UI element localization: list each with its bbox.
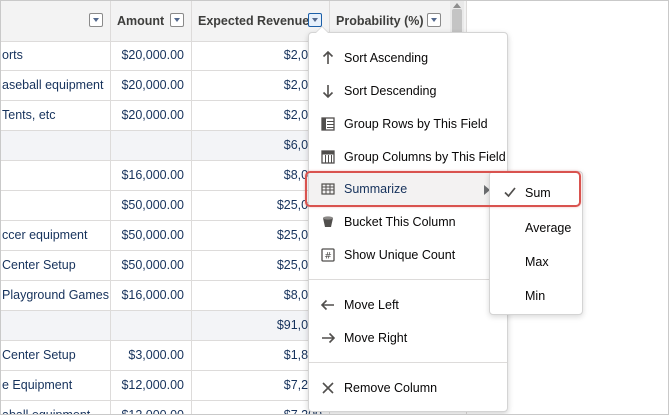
menu-divider [309, 279, 507, 280]
group-columns-icon [321, 150, 335, 164]
report-grid: Amount Expected Revenue Probability (%) … [0, 0, 669, 415]
cell-amount: $12,000.00 [111, 401, 192, 414]
menu-item-label: Group Rows by This Field [344, 117, 488, 131]
checkmark-icon [504, 187, 516, 198]
arrow-right-icon [322, 332, 335, 344]
menu-item-bucket-column[interactable]: Bucket This Column [309, 206, 507, 239]
menu-item-move-left[interactable]: Move Left [309, 289, 507, 322]
header-label-amount: Amount [117, 14, 165, 28]
summarize-icon [321, 183, 335, 195]
cell-name [1, 161, 111, 190]
cell-amount [111, 311, 192, 340]
cell-amount: $20,000.00 [111, 41, 192, 70]
arrow-down-icon [322, 85, 334, 98]
menu-item-group-rows[interactable]: Group Rows by This Field [309, 108, 507, 141]
cell-amount: $20,000.00 [111, 71, 192, 100]
cell-name: Tents, etc [1, 101, 111, 130]
menu-item-sort-descending[interactable]: Sort Descending [309, 75, 507, 108]
menu-divider [309, 362, 507, 363]
header-cell-name [1, 1, 111, 41]
cell-amount: $20,000.00 [111, 101, 192, 130]
submenu-item-label: Sum [525, 186, 551, 200]
menu-item-label: Move Left [344, 298, 399, 312]
cell-name: ccer equipment [1, 221, 111, 250]
cell-name [1, 311, 111, 340]
menu-item-label: Remove Column [344, 381, 438, 395]
column-menu-button-expected-revenue[interactable] [308, 13, 322, 27]
bucket-icon [323, 216, 333, 227]
menu-item-label: Group Columns by This Field [344, 150, 506, 164]
submenu-item-min[interactable]: Min [490, 279, 582, 312]
column-menu-button-amount[interactable] [170, 13, 184, 27]
menu-item-label: Bucket This Column [344, 215, 456, 229]
submenu-item-max[interactable]: Max [490, 245, 582, 278]
cell-amount: $50,000.00 [111, 251, 192, 280]
menu-item-label: Show Unique Count [344, 248, 456, 262]
menu-item-group-columns[interactable]: Group Columns by This Field [309, 141, 507, 174]
cell-name: e Equipment [1, 371, 111, 400]
column-dropdown-menu: Sort Ascending Sort Descending Group Row… [308, 26, 508, 412]
column-menu-button-probability[interactable] [427, 13, 441, 27]
header-cell-amount: Amount [111, 1, 192, 41]
cell-name [1, 191, 111, 220]
unique-count-icon: # [321, 248, 335, 262]
menu-item-move-right[interactable]: Move Right [309, 322, 507, 355]
submenu-item-sum[interactable]: Sum [490, 176, 582, 209]
menu-item-summarize[interactable]: Summarize [309, 173, 507, 206]
menu-item-label: Sort Descending [344, 84, 437, 98]
scroll-up-arrow-icon[interactable] [453, 3, 461, 8]
arrow-left-icon [321, 299, 334, 311]
arrow-up-icon [322, 51, 334, 64]
header-label-expected-revenue: Expected Revenue [198, 14, 310, 28]
cell-name: orts [1, 41, 111, 70]
cell-amount: $16,000.00 [111, 281, 192, 310]
cell-amount: $3,000.00 [111, 341, 192, 370]
summarize-submenu: Sum Average Max Min [489, 171, 583, 315]
cell-name: Playground Games [1, 281, 111, 310]
cell-amount: $50,000.00 [111, 191, 192, 220]
cell-amount: $12,000.00 [111, 371, 192, 400]
menu-item-label: Sort Ascending [344, 51, 429, 65]
close-icon [322, 382, 334, 394]
cell-amount [111, 131, 192, 160]
cell-name: Center Setup [1, 341, 111, 370]
menu-item-sort-ascending[interactable]: Sort Ascending [309, 42, 507, 75]
cell-name: aseball equipment [1, 71, 111, 100]
menu-item-label: Summarize [344, 182, 408, 196]
cell-amount: $50,000.00 [111, 221, 192, 250]
cell-name: aball equipment [1, 401, 111, 414]
group-rows-icon [321, 117, 335, 131]
submenu-item-label: Average [525, 221, 572, 235]
menu-item-remove-column[interactable]: Remove Column [309, 372, 507, 405]
cell-name [1, 131, 111, 160]
submenu-item-average[interactable]: Average [490, 211, 582, 244]
header-label-probability: Probability (%) [336, 14, 424, 28]
submenu-item-label: Max [525, 255, 549, 269]
svg-text:#: # [324, 252, 332, 262]
cell-name: Center Setup [1, 251, 111, 280]
submenu-item-label: Min [525, 289, 546, 303]
menu-item-label: Move Right [344, 331, 408, 345]
menu-item-unique-count[interactable]: # Show Unique Count [309, 239, 507, 272]
cell-amount: $16,000.00 [111, 161, 192, 190]
column-menu-button-name[interactable] [89, 13, 103, 27]
